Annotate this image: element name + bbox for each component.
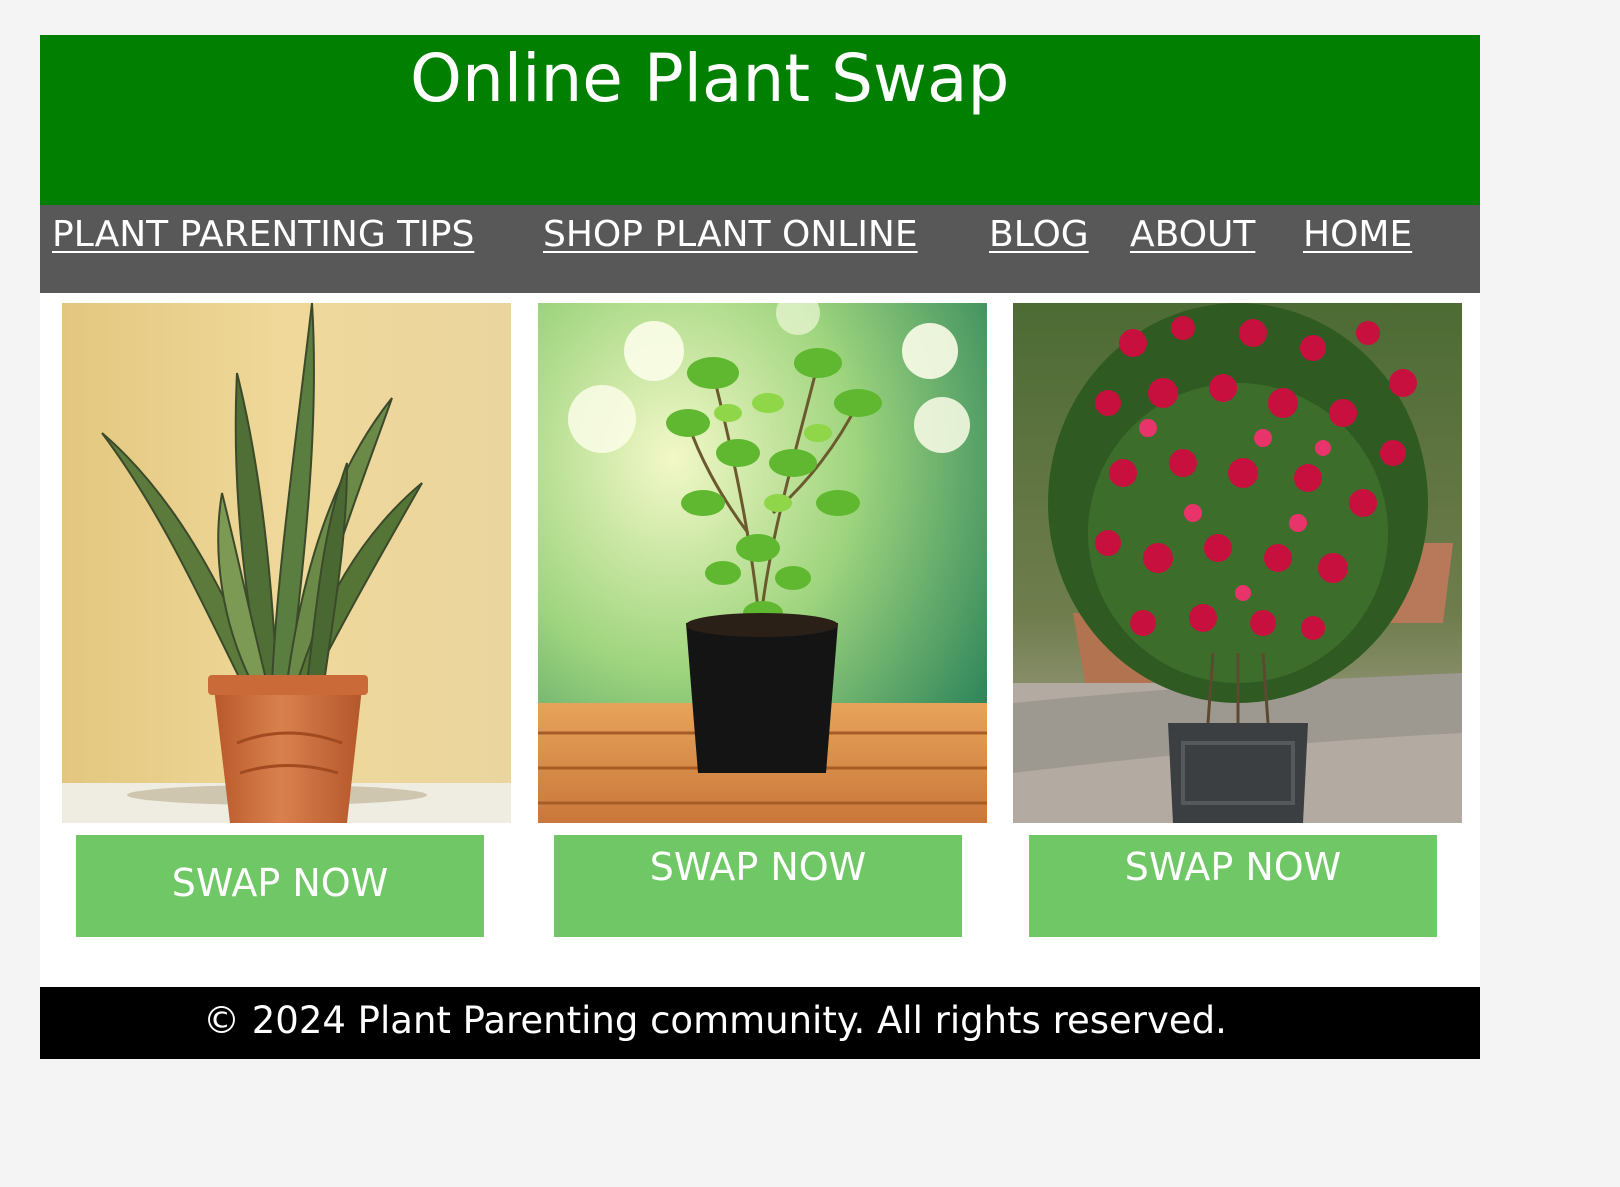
swap-now-button-1[interactable]: SWAP NOW (76, 835, 484, 937)
tulsi-plant-image (538, 303, 987, 823)
nav-link-about[interactable]: ABOUT (1130, 213, 1255, 257)
swap-now-button-3[interactable]: SWAP NOW (1029, 835, 1437, 937)
nav-link-shop-plant-online[interactable]: SHOP PLANT ONLINE (543, 213, 918, 257)
page-container: Online Plant Swap PLANT PARENTING TIPS S… (40, 35, 1480, 1059)
nav-link-blog[interactable]: BLOG (989, 213, 1089, 257)
site-footer: © 2024 Plant Parenting community. All ri… (40, 987, 1480, 1059)
copyright-text: © 2024 Plant Parenting community. All ri… (203, 999, 1227, 1042)
swap-now-button-2[interactable]: SWAP NOW (554, 835, 962, 937)
rose-bush-image (1013, 303, 1462, 823)
site-header: Online Plant Swap (40, 35, 1480, 205)
swap-now-button-label: SWAP NOW (171, 861, 389, 905)
nav-link-plant-parenting-tips[interactable]: PLANT PARENTING TIPS (52, 213, 474, 257)
snake-plant-image (62, 303, 511, 823)
swap-now-button-label: SWAP NOW (1124, 845, 1342, 889)
site-title: Online Plant Swap (410, 40, 1010, 117)
swap-now-button-label: SWAP NOW (649, 845, 867, 889)
main-nav: PLANT PARENTING TIPS SHOP PLANT ONLINE B… (40, 205, 1480, 293)
nav-link-home[interactable]: HOME (1303, 213, 1412, 257)
